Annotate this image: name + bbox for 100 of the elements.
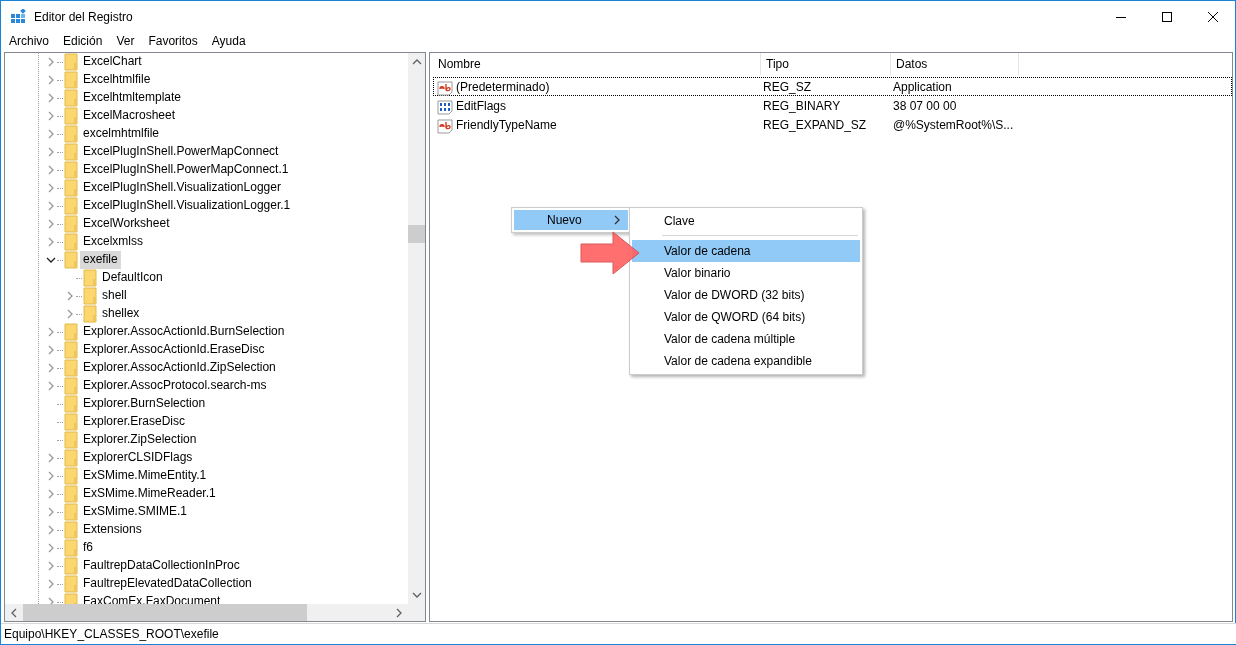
status-path: Equipo\HKEY_CLASSES_ROOT\exefile xyxy=(4,627,219,641)
column-header[interactable]: Nombre xyxy=(433,53,761,75)
tree-item[interactable]: ExcelPlugInShell.VisualizationLogger.1 xyxy=(80,197,294,215)
menu-item[interactable]: Valor de DWORD (32 bits) xyxy=(632,284,860,306)
folder-icon xyxy=(64,89,78,107)
tree-item[interactable]: excelmhtmlfile xyxy=(80,125,163,143)
expand-icon[interactable] xyxy=(46,201,56,211)
tree-item[interactable]: Explorer.EraseDisc xyxy=(80,413,189,431)
expand-icon[interactable] xyxy=(65,291,75,301)
menu-item[interactable]: Favoritos xyxy=(141,32,205,51)
expand-icon[interactable] xyxy=(46,327,56,337)
tree-item[interactable]: shell xyxy=(99,287,130,305)
tree-item[interactable]: exefile xyxy=(80,251,121,269)
folder-icon xyxy=(64,503,78,521)
scroll-up-icon[interactable] xyxy=(411,57,422,67)
folder-icon xyxy=(64,467,78,485)
expand-icon[interactable] xyxy=(65,309,75,319)
tree-item[interactable]: ExSMime.MimeReader.1 xyxy=(80,485,219,503)
expand-icon[interactable] xyxy=(46,93,56,103)
folder-icon xyxy=(64,197,78,215)
tree-item[interactable]: f6 xyxy=(80,539,96,557)
expand-icon[interactable] xyxy=(46,543,56,553)
expand-icon[interactable] xyxy=(46,219,56,229)
tree-item[interactable]: ExcelPlugInShell.PowerMapConnect xyxy=(80,143,282,161)
tree-item[interactable]: ExSMime.SMIME.1 xyxy=(80,503,190,521)
tree-item[interactable]: Explorer.AssocProtocol.search-ms xyxy=(80,377,270,395)
tree-item[interactable]: ExcelMacrosheet xyxy=(80,107,179,125)
tree-item[interactable]: Explorer.BurnSelection xyxy=(80,395,209,413)
menu-item[interactable]: Valor de cadena expandible xyxy=(632,350,860,372)
folder-icon xyxy=(64,359,78,377)
folder-icon xyxy=(64,485,78,503)
expand-icon[interactable] xyxy=(46,471,56,481)
folder-icon xyxy=(64,323,78,341)
maximize-icon xyxy=(1162,11,1172,22)
menu-item[interactable]: Valor de cadena xyxy=(632,240,860,262)
folder-icon xyxy=(64,377,78,395)
tree-item[interactable]: Explorer.ZipSelection xyxy=(80,431,200,449)
tree-item[interactable]: DefaultIcon xyxy=(99,269,166,287)
tree-item[interactable]: Excelhtmlfile xyxy=(80,71,154,89)
menu-item[interactable]: Ayuda xyxy=(204,32,253,51)
tree-item[interactable]: ExSMime.MimeEntity.1 xyxy=(80,467,210,485)
tree-item[interactable]: Excelxmlss xyxy=(80,233,146,251)
expand-icon[interactable] xyxy=(46,525,56,535)
expand-icon[interactable] xyxy=(46,57,56,67)
tree-item[interactable]: ExcelChart xyxy=(80,53,145,71)
folder-icon xyxy=(64,413,78,431)
expand-icon[interactable] xyxy=(46,489,56,499)
folder-icon xyxy=(64,251,78,269)
tree-item[interactable]: ExcelPlugInShell.PowerMapConnect.1 xyxy=(80,161,292,179)
expand-icon[interactable] xyxy=(46,381,56,391)
menu-item[interactable]: Valor binario xyxy=(632,262,860,284)
app-icon xyxy=(10,8,26,25)
expand-icon[interactable] xyxy=(46,453,56,463)
folder-icon xyxy=(64,521,78,539)
scrollbar-thumb[interactable] xyxy=(23,604,307,621)
expand-icon[interactable] xyxy=(46,507,56,517)
collapse-icon[interactable] xyxy=(46,255,56,265)
expand-icon[interactable] xyxy=(46,345,56,355)
tree-item[interactable]: ExcelPlugInShell.VisualizationLogger xyxy=(80,179,284,197)
expand-icon[interactable] xyxy=(46,561,56,571)
tree-item[interactable]: shellex xyxy=(99,305,143,323)
tree-item[interactable]: ExplorerCLSIDFlags xyxy=(80,449,196,467)
expand-icon[interactable] xyxy=(46,579,56,589)
column-header[interactable]: Datos xyxy=(891,53,1019,75)
scroll-right-icon[interactable] xyxy=(394,607,404,618)
tree-item[interactable]: Explorer.AssocActionId.EraseDisc xyxy=(80,341,268,359)
scroll-down-icon[interactable] xyxy=(411,590,422,600)
menu-item[interactable]: Clave xyxy=(632,210,860,232)
value-name[interactable]: FriendlyTypeName xyxy=(456,116,557,135)
expand-icon[interactable] xyxy=(46,363,56,373)
tree-item[interactable]: Excelhtmltemplate xyxy=(80,89,185,107)
expand-icon[interactable] xyxy=(46,75,56,85)
window-title: Editor del Registro xyxy=(34,9,133,24)
menu-item[interactable]: Nuevo xyxy=(514,210,628,230)
menu-item[interactable]: Edición xyxy=(56,32,110,51)
tree-item[interactable]: Explorer.AssocActionId.ZipSelection xyxy=(80,359,279,377)
tree-item[interactable]: FaultrepDataCollectionInProc xyxy=(80,557,243,575)
column-header[interactable]: Tipo xyxy=(761,53,891,75)
folder-icon xyxy=(64,125,78,143)
scrollbar-thumb[interactable] xyxy=(408,224,425,243)
expand-icon[interactable] xyxy=(46,147,56,157)
tree-item[interactable]: Explorer.AssocActionId.BurnSelection xyxy=(80,323,288,341)
folder-icon xyxy=(64,161,78,179)
menu-item[interactable]: Valor de QWORD (64 bits) xyxy=(632,306,860,328)
tree-item[interactable]: FaultrepElevatedDataCollection xyxy=(80,575,255,593)
tree-item[interactable]: ExcelWorksheet xyxy=(80,215,173,233)
folder-icon xyxy=(83,287,97,305)
menu-item[interactable]: Valor de cadena múltiple xyxy=(632,328,860,350)
expand-icon[interactable] xyxy=(46,165,56,175)
scroll-left-icon[interactable] xyxy=(9,607,19,618)
tree-item[interactable]: Extensions xyxy=(80,521,145,539)
menu-item[interactable]: Archivo xyxy=(2,32,56,51)
table-cell-text: Application xyxy=(893,79,952,96)
expand-icon[interactable] xyxy=(46,111,56,121)
expand-icon[interactable] xyxy=(46,183,56,193)
value-name[interactable]: (Predeterminado) xyxy=(456,78,550,97)
expand-icon[interactable] xyxy=(46,237,56,247)
value-name[interactable]: EditFlags xyxy=(456,97,507,116)
menu-item[interactable]: Ver xyxy=(109,32,142,51)
expand-icon[interactable] xyxy=(46,129,56,139)
